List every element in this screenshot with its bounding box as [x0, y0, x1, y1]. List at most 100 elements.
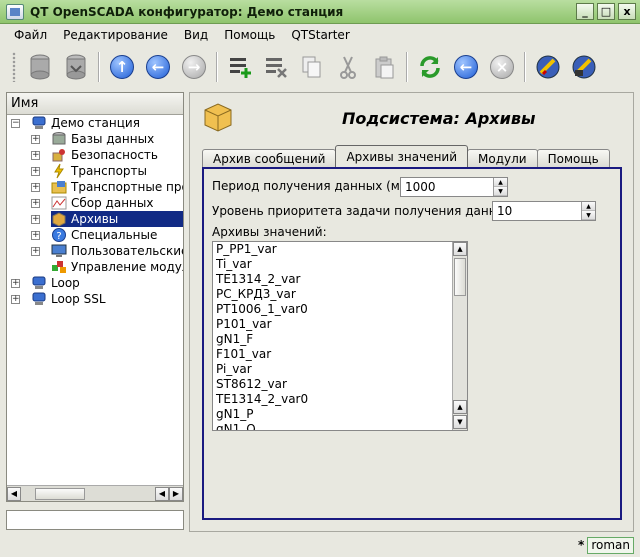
tab-modules[interactable]: Модули [467, 149, 538, 167]
tree-item-label: Специальные [71, 228, 158, 242]
tree-horizontal-scrollbar[interactable]: ◀ ◀ ▶ [7, 485, 183, 501]
tree-item-data-acquisition[interactable]: Сбор данных [51, 195, 153, 211]
scroll-up-icon[interactable]: ▲ [453, 400, 467, 414]
tree-expander[interactable]: + [31, 199, 40, 208]
tree-header[interactable]: Имя [7, 93, 183, 115]
spin-down-icon[interactable]: ▼ [582, 211, 595, 220]
tree-item-archives[interactable]: Архивы [51, 211, 183, 227]
tree-expander[interactable]: + [31, 247, 40, 256]
back-arrow-icon[interactable]: ← [142, 51, 174, 83]
tree-item-loop[interactable]: Loop [31, 275, 80, 291]
list-item[interactable]: P_PP1_var [213, 242, 467, 257]
tab-value-archives[interactable]: Архивы значений [335, 145, 469, 167]
add-item-icon[interactable] [224, 51, 256, 83]
period-spinbox[interactable]: 1000 ▲ ▼ [400, 177, 508, 197]
tree-item-label: Транспортные прот [71, 180, 183, 194]
list-vertical-scrollbar[interactable]: ▲ ▲ ▼ [452, 242, 467, 430]
tab-bar: Архив сообщений Архивы значений Модули П… [202, 145, 610, 167]
transport-icon [51, 163, 67, 179]
tree-expander[interactable]: − [11, 119, 20, 128]
maximize-button[interactable]: □ [597, 3, 615, 20]
list-item[interactable]: TE1314_2_var0 [213, 392, 467, 407]
start-icon[interactable]: ← [450, 51, 482, 83]
scroll-thumb[interactable] [454, 258, 466, 296]
tree-item-transports[interactable]: Транспорты [51, 163, 147, 179]
period-value: 1000 [405, 180, 436, 194]
paste-icon[interactable] [368, 51, 400, 83]
tree-item-security[interactable]: Безопасность [51, 147, 158, 163]
copy-icon[interactable] [296, 51, 328, 83]
scroll-down-icon[interactable]: ▼ [453, 415, 467, 429]
list-item[interactable]: gN1_Q [213, 422, 467, 430]
tree-item-label: Архивы [71, 212, 119, 226]
list-item[interactable]: TE1314_2_var [213, 272, 467, 287]
close-button[interactable]: x [618, 3, 636, 20]
web-config-icon[interactable] [568, 51, 600, 83]
tree-expander[interactable]: + [11, 295, 20, 304]
tree-expander[interactable]: + [31, 167, 40, 176]
list-item[interactable]: gN1_F [213, 332, 467, 347]
menu-qtstarter[interactable]: QTStarter [283, 28, 357, 42]
period-label: Период получения данных (мс): [212, 179, 416, 193]
spin-up-icon[interactable]: ▲ [494, 178, 507, 187]
refresh-icon[interactable] [414, 51, 446, 83]
tree-expander[interactable]: + [31, 151, 40, 160]
tree-item-loop-ssl[interactable]: Loop SSL [31, 291, 106, 307]
archives-label: Архивы значений: [212, 225, 327, 239]
menu-view[interactable]: Вид [176, 28, 216, 42]
db-load-icon[interactable] [24, 51, 56, 83]
menu-file[interactable]: Файл [6, 28, 55, 42]
scroll-left-icon[interactable]: ◀ [7, 486, 21, 501]
delete-item-icon[interactable] [260, 51, 292, 83]
spin-up-icon[interactable]: ▲ [582, 202, 595, 211]
tree-expander[interactable]: + [31, 231, 40, 240]
tree-item-label: Пользовательские [71, 244, 183, 258]
tree-item-label: Базы данных [71, 132, 155, 146]
cut-icon[interactable] [332, 51, 364, 83]
tab-help[interactable]: Помощь [536, 149, 610, 167]
current-user[interactable]: roman [587, 536, 634, 554]
tab-content: Период получения данных (мс): 1000 ▲ ▼ Ур… [202, 167, 622, 520]
scroll-up-icon[interactable]: ▲ [453, 242, 467, 256]
list-item[interactable]: gN1_P [213, 407, 467, 422]
spin-down-icon[interactable]: ▼ [494, 187, 507, 196]
tree-item-demo-station[interactable]: Демо станция [31, 115, 140, 131]
forward-arrow-icon[interactable]: → [178, 51, 210, 83]
scroll-thumb[interactable] [35, 487, 85, 500]
up-arrow-icon[interactable]: ↑ [106, 51, 138, 83]
toolbar-grip[interactable] [12, 52, 16, 82]
list-item[interactable]: P101_var [213, 317, 467, 332]
security-icon [51, 147, 67, 163]
menu-edit[interactable]: Редактирование [55, 28, 176, 42]
list-item[interactable]: PT1006_1_var0 [213, 302, 467, 317]
tree-item-databases[interactable]: Базы данных [51, 131, 154, 147]
db-save-icon[interactable] [60, 51, 92, 83]
tree-item-transport-protocols[interactable]: Транспортные прот [51, 179, 183, 195]
stop-icon[interactable]: × [486, 51, 518, 83]
list-item[interactable]: PC_КРД3_var [213, 287, 467, 302]
page-title: Подсистема: Архивы [342, 109, 536, 128]
tree-expander[interactable]: + [31, 183, 40, 192]
tree-expander[interactable]: + [11, 279, 20, 288]
tree-item-special[interactable]: ? Специальные [51, 227, 157, 243]
tab-message-archive[interactable]: Архив сообщений [202, 149, 337, 167]
tree-item-module-control[interactable]: Управление модул [51, 259, 183, 275]
list-item[interactable]: F101_var [213, 347, 467, 362]
scroll-right-icon[interactable]: ▶ [169, 486, 183, 501]
tree-expander[interactable]: + [31, 215, 40, 224]
scroll-left-icon[interactable]: ◀ [155, 486, 169, 501]
list-item[interactable]: Ti_var [213, 257, 467, 272]
list-item[interactable]: ST8612_var [213, 377, 467, 392]
tree-filter-input[interactable] [6, 510, 184, 530]
menu-help[interactable]: Помощь [216, 28, 283, 42]
tree-expander[interactable]: + [31, 135, 40, 144]
value-archives-list[interactable]: P_PP1_var Ti_var TE1314_2_var PC_КРД3_va… [212, 241, 468, 431]
minimize-button[interactable]: _ [576, 3, 594, 20]
menubar: Файл Редактирование Вид Помощь QTStarter [0, 24, 640, 46]
priority-spinbox[interactable]: 10 ▲ ▼ [492, 201, 596, 221]
app-icon [6, 3, 24, 20]
qt-config-icon[interactable] [532, 51, 564, 83]
tree-item-user-interfaces[interactable]: Пользовательские [51, 243, 183, 259]
list-item[interactable]: Pi_var [213, 362, 467, 377]
toolbar-separator [406, 52, 408, 82]
